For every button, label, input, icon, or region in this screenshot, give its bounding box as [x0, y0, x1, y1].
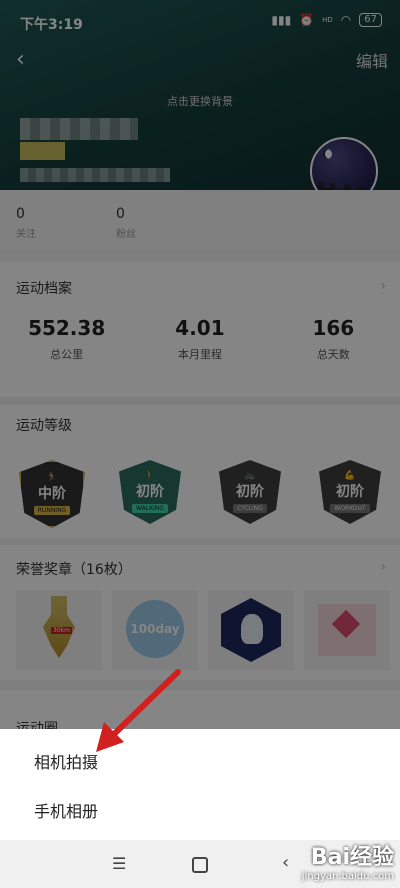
- home-icon[interactable]: [192, 857, 208, 873]
- watermark: Bai经验 jingyan.baidu.com: [302, 839, 394, 882]
- back-icon[interactable]: ‹: [282, 852, 289, 873]
- menu-icon[interactable]: ☰: [112, 854, 126, 873]
- camera-capture-option[interactable]: 相机拍摄: [34, 749, 98, 773]
- watermark-logo: Bai经验: [310, 845, 394, 870]
- photo-album-option[interactable]: 手机相册: [34, 798, 98, 822]
- photo-action-sheet: 相机拍摄 手机相册: [0, 729, 400, 840]
- watermark-url: jingyan.baidu.com: [301, 871, 394, 882]
